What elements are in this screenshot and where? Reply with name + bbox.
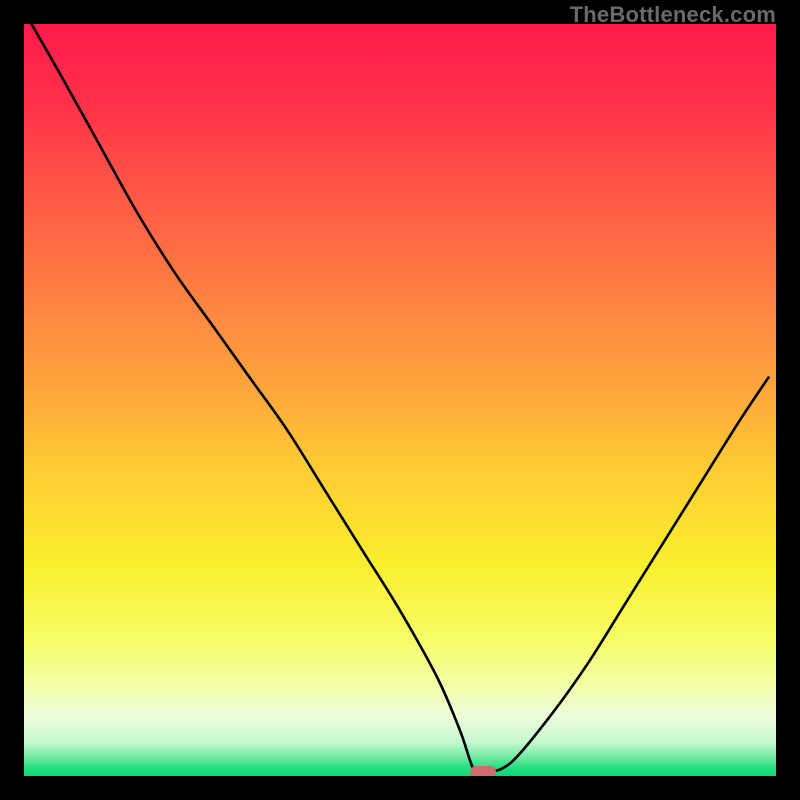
chart-frame: TheBottleneck.com	[0, 0, 800, 800]
heat-gradient-background	[24, 24, 776, 776]
optimal-point-marker	[470, 766, 496, 776]
plot-area	[24, 24, 776, 776]
watermark-text: TheBottleneck.com	[570, 2, 776, 28]
